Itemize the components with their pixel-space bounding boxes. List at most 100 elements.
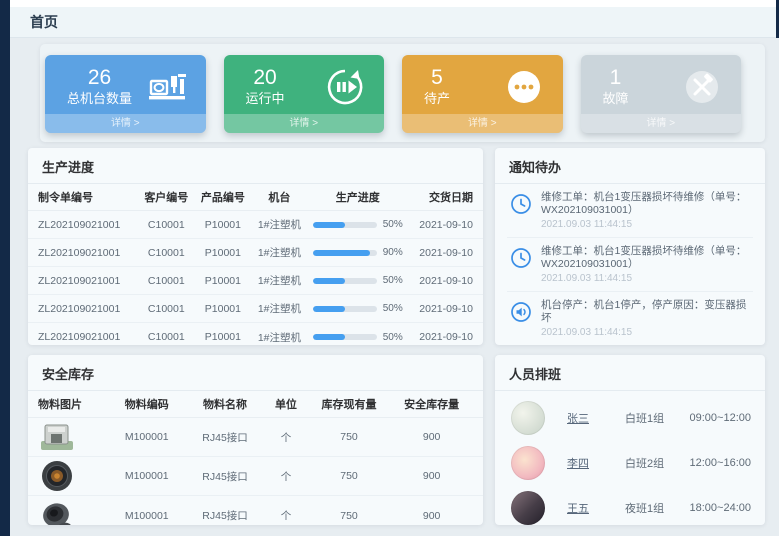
material-safety-stock: 900 <box>390 510 473 522</box>
product-no: P10001 <box>195 331 252 343</box>
running-detail-link[interactable]: 详情 > <box>224 114 385 133</box>
avatar <box>511 446 545 480</box>
clock-icon <box>509 192 533 216</box>
progress-bar <box>313 222 377 228</box>
top-spacer <box>10 0 779 7</box>
product-no: P10001 <box>195 303 252 315</box>
material-unit: 个 <box>264 430 308 445</box>
fault-detail-link[interactable]: 详情 > <box>581 114 742 133</box>
col-machine: 机台 <box>251 189 308 205</box>
delivery-date: 2021-09-10 <box>408 303 473 315</box>
cone-speaker-image <box>38 499 76 526</box>
table-row: ZL202109021001 C10001 P10001 1#注塑机 50% 2… <box>28 323 483 345</box>
waiting-value: 5 <box>431 66 443 90</box>
delivery-date: 2021-09-10 <box>408 247 473 259</box>
production-progress-title: 生产进度 <box>28 148 483 184</box>
notification-time: 2021.09.03 11:44:15 <box>541 218 753 231</box>
ellipsis-icon <box>503 66 545 108</box>
staff-schedule-title: 人员排班 <box>495 355 765 391</box>
col-stock: 库存现有量 <box>308 396 391 412</box>
progress-bar <box>313 278 377 284</box>
table-row: ZL202109021001 C10001 P10001 1#注塑机 50% 2… <box>28 295 483 323</box>
stat-card-waiting[interactable]: 5 待产 详情 > <box>402 55 563 133</box>
waiting-label: 待产 <box>424 90 450 107</box>
customer-no: C10001 <box>138 247 195 259</box>
machine-name: 1#注塑机 <box>251 301 308 316</box>
staff-time: 09:00~12:00 <box>690 412 751 424</box>
progress-cell: 50% <box>308 303 408 314</box>
progress-percent: 90% <box>383 247 403 258</box>
progress-bar <box>313 306 377 312</box>
total-machines-value: 26 <box>88 66 111 90</box>
col-order: 制令单编号 <box>38 189 138 205</box>
schedule-row: 李四 白班2组 12:00~16:00 <box>511 440 751 485</box>
production-progress-panel: 生产进度 制令单编号 客户编号 产品编号 机台 生产进度 交货日期 ZL2021… <box>28 148 483 345</box>
fault-label: 故障 <box>603 90 629 107</box>
table-row: M100001 RJ45接口 个 750 900 <box>28 457 483 496</box>
delivery-date: 2021-09-10 <box>408 331 473 343</box>
material-code: M100001 <box>108 470 186 482</box>
staff-time: 18:00~24:00 <box>690 502 751 514</box>
table-row: ZL202109021001 C10001 P10001 1#注塑机 90% 2… <box>28 239 483 267</box>
customer-no: C10001 <box>138 275 195 287</box>
staff-name-link[interactable]: 李四 <box>567 455 625 471</box>
notification-text: 机台停产：机台1停产，停产原因：变压器损坏 <box>541 299 753 325</box>
running-value: 20 <box>253 66 276 90</box>
table-row: M100001 RJ45接口 个 750 900 <box>28 418 483 457</box>
running-label: 运行中 <box>246 90 285 107</box>
table-row: ZL202109021001 C10001 P10001 1#注塑机 50% 2… <box>28 267 483 295</box>
avatar <box>511 401 545 435</box>
progress-cell: 50% <box>308 332 408 343</box>
card-body: 26 总机台数量 <box>45 55 206 114</box>
notification-item[interactable]: 机台停产：机台1停产，停产原因：变压器损坏 2021.09.03 11:44:1… <box>507 292 753 345</box>
machine-name: 1#注塑机 <box>251 273 308 288</box>
clock-icon <box>509 246 533 270</box>
col-material-image: 物料图片 <box>38 396 108 412</box>
progress-percent: 50% <box>383 303 403 314</box>
table-row: ZL202109021001 C10001 P10001 1#注塑机 50% 2… <box>28 211 483 239</box>
col-progress: 生产进度 <box>308 189 408 205</box>
notifications-panel: 通知待办 维修工单：机台1变压器损坏待维修（单号：WX202109031001）… <box>495 148 765 345</box>
col-customer: 客户编号 <box>138 189 195 205</box>
material-code: M100001 <box>108 510 186 522</box>
order-no: ZL202109021001 <box>38 331 138 343</box>
progress-cell: 90% <box>308 247 408 258</box>
total-machines-label: 总机台数量 <box>67 90 132 107</box>
schedule-row: 张三 白班1组 09:00~12:00 <box>511 395 751 440</box>
product-no: P10001 <box>195 219 252 231</box>
material-safety-stock: 900 <box>390 431 473 443</box>
waiting-detail-link[interactable]: 详情 > <box>402 114 563 133</box>
col-material-code: 物料编码 <box>108 396 186 412</box>
material-stock: 750 <box>308 431 391 443</box>
notification-text: 维修工单：机台1变压器损坏待维修（单号：WX202109031001） <box>541 191 753 217</box>
customer-no: C10001 <box>138 219 195 231</box>
order-no: ZL202109021001 <box>38 219 138 231</box>
order-no: ZL202109021001 <box>38 275 138 287</box>
tab-bar: 首页 <box>10 7 779 38</box>
fault-value: 1 <box>610 66 622 90</box>
total-machines-detail-link[interactable]: 详情 > <box>45 114 206 133</box>
notification-text: 维修工单：机台1变压器损坏待维修（单号：WX202109031001） <box>541 245 753 271</box>
material-safety-stock: 900 <box>390 470 473 482</box>
panels-grid: 生产进度 制令单编号 客户编号 产品编号 机台 生产进度 交货日期 ZL2021… <box>28 148 765 525</box>
staff-time: 12:00~16:00 <box>690 457 751 469</box>
notification-time: 2021.09.03 11:44:15 <box>541 272 753 285</box>
rj45-connector-image <box>38 420 76 454</box>
staff-name-link[interactable]: 王五 <box>567 500 625 516</box>
stat-card-fault[interactable]: 1 故障 详情 > <box>581 55 742 133</box>
staff-name-link[interactable]: 张三 <box>567 410 625 426</box>
production-table-header: 制令单编号 客户编号 产品编号 机台 生产进度 交货日期 <box>28 184 483 211</box>
stat-card-total-machines[interactable]: 26 总机台数量 <box>45 55 206 133</box>
material-unit: 个 <box>264 508 308 523</box>
machine-name: 1#注塑机 <box>251 217 308 232</box>
tab-home[interactable]: 首页 <box>30 12 58 32</box>
material-unit: 个 <box>264 469 308 484</box>
material-name: RJ45接口 <box>186 469 264 484</box>
stat-card-running[interactable]: 20 运行中 详情 > <box>224 55 385 133</box>
progress-percent: 50% <box>383 275 403 286</box>
progress-cell: 50% <box>308 275 408 286</box>
notification-item[interactable]: 维修工单：机台1变压器损坏待维修（单号：WX202109031001） 2021… <box>507 184 753 238</box>
notification-item[interactable]: 维修工单：机台1变压器损坏待维修（单号：WX202109031001） 2021… <box>507 238 753 292</box>
machine-icon <box>146 66 188 108</box>
round-speaker-image <box>38 459 76 493</box>
